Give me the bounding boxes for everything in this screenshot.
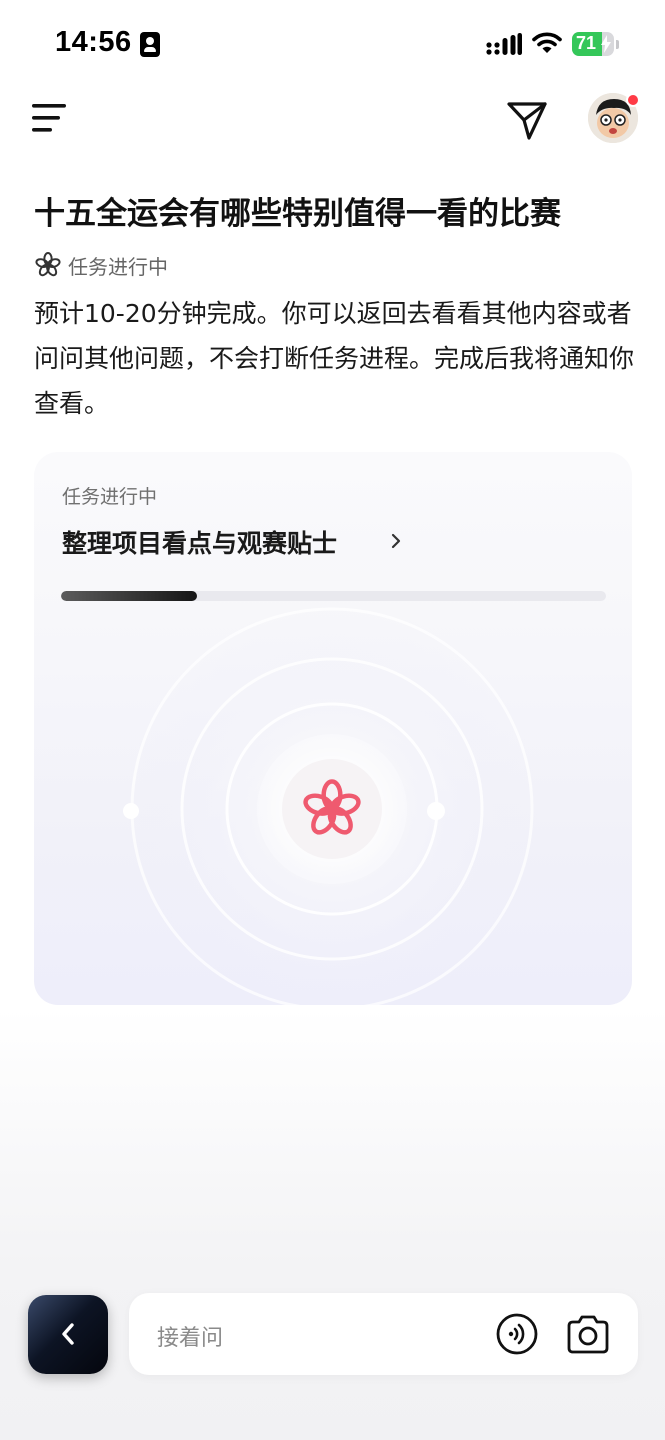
paper-plane-icon[interactable] [505,98,549,142]
task-status-label: 任务进行中 [68,255,168,279]
progress-bar-fill [61,591,198,601]
user-avatar-button[interactable] [588,93,640,145]
battery-percent: 71 [576,33,597,53]
id-card-icon [140,32,160,57]
input-placeholder: 接着问 [157,1326,224,1351]
progress-bar [61,591,606,601]
task-description: 预计10-20分钟完成。你可以返回去看看其他内容或者问问其他问题，不会打断任务进… [34,299,635,418]
menu-icon[interactable] [30,100,70,136]
card-status-label: 任务进行中 [62,486,158,508]
follow-up-input[interactable]: 接着问 [129,1293,638,1375]
status-time: 14:56 [55,26,132,58]
chevron-left-icon [62,1323,74,1345]
status-bar: 14:56 71 [0,0,665,88]
notification-dot [626,93,640,107]
flower-logo-icon [303,779,361,835]
battery-indicator: 71 [572,32,619,56]
current-step-title[interactable]: 整理项目看点与观赛贴士 [62,524,337,560]
charging-bolt-icon [601,35,611,53]
loading-orb [282,759,382,859]
task-progress-card: 任务进行中 整理项目看点与观赛贴士 [34,452,632,1005]
wifi-icon [532,32,562,53]
page-title: 十五全运会有哪些特别值得一看的比赛 [34,196,561,232]
flower-logo-icon [35,251,61,277]
chevron-right-icon[interactable] [386,530,406,552]
voice-wave-icon[interactable] [495,1312,539,1356]
camera-icon[interactable] [565,1312,611,1356]
back-button[interactable] [28,1295,108,1374]
cellular-signal-icon [486,33,522,55]
